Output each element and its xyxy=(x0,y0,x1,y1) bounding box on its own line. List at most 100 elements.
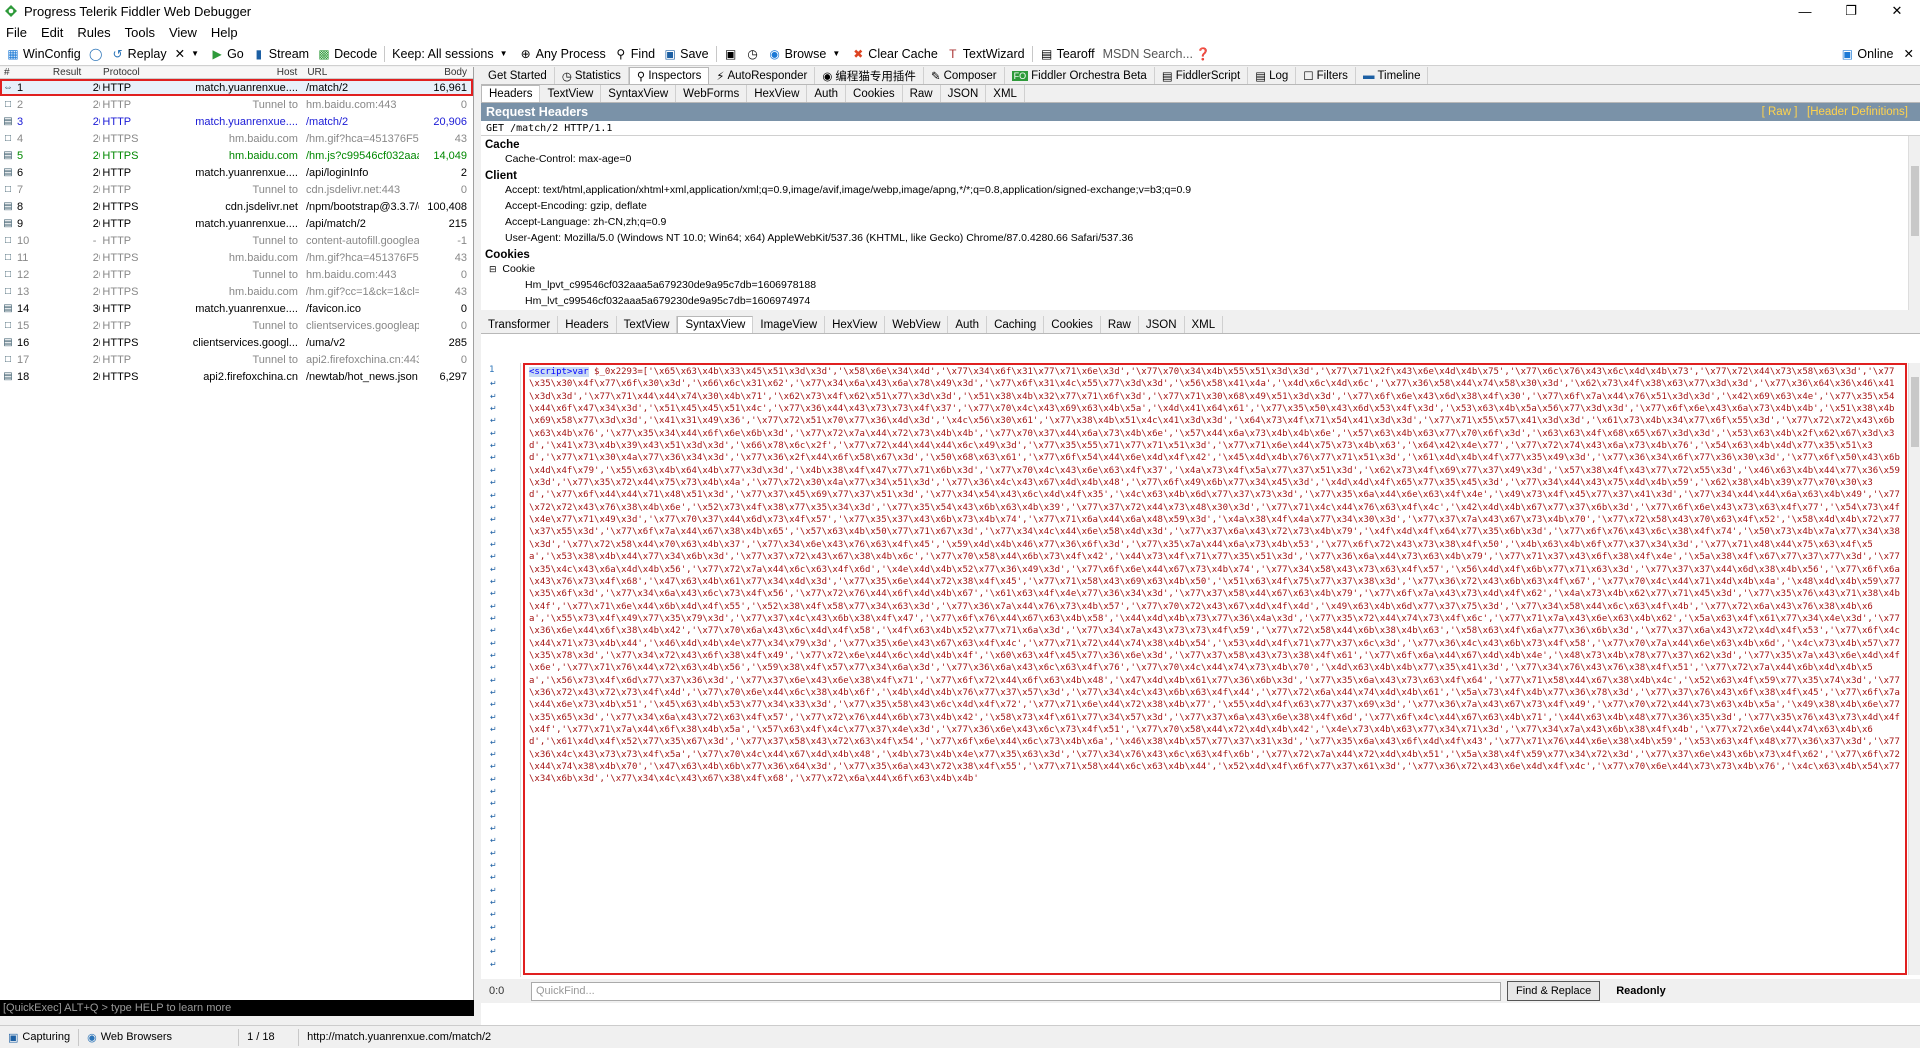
session-row[interactable]: □17 200HTTP Tunnel to api2.firefoxchina.cn:… xyxy=(0,351,473,368)
cookie-node[interactable]: ⊟ Cookie xyxy=(485,261,1920,277)
request-tab-json[interactable]: JSON xyxy=(941,85,987,102)
comment-button[interactable]: ◯ xyxy=(85,43,107,65)
response-tab-cookies[interactable]: Cookies xyxy=(1044,316,1101,333)
header-definitions-link[interactable]: [Header Definitions] xyxy=(1807,106,1908,118)
save-button[interactable]: ▣ Save xyxy=(659,43,713,65)
tab-fiddlerscript[interactable]: ▤ FiddlerScript xyxy=(1155,67,1249,84)
request-tab-auth[interactable]: Auth xyxy=(807,85,847,102)
session-row[interactable]: ▤5 200HTTPS hm.baidu.com/hm.js?c99546cf032… xyxy=(0,147,473,164)
tab-statistics[interactable]: ◷ Statistics xyxy=(555,67,629,84)
textwizard-button[interactable]: T TextWizard xyxy=(942,43,1029,65)
restore-icon[interactable]: ❐ xyxy=(1828,0,1874,22)
menu-file[interactable]: File xyxy=(6,25,27,40)
menu-edit[interactable]: Edit xyxy=(41,25,63,40)
session-row[interactable]: □7 200HTTP Tunnel to cdn.jsdelivr.net:443 0 xyxy=(0,181,473,198)
browse-button[interactable]: ◉ Browse ▼ xyxy=(764,43,848,65)
session-row[interactable]: ▤14 302HTTP match.yuanrenxue.... /favicon.i… xyxy=(0,300,473,317)
response-tab-caching[interactable]: Caching xyxy=(987,316,1045,333)
menu-tools[interactable]: Tools xyxy=(125,25,155,40)
response-tab-json[interactable]: JSON xyxy=(1139,316,1185,333)
session-row[interactable]: ▤8 200HTTPS cdn.jsdelivr.net/npm/bootstrap… xyxy=(0,198,473,215)
syntaxview-editor[interactable]: 1 ↵ ↵ ↵ ↵ ↵ ↵ ↵ ↵ ↵ ↵ ↵ ↵ ↵ ↵ ↵ ↵ ↵ ↵ ↵ ↵ ↵ ↵ ↵ ↵ ↵ ↵ ↵ ↵ ↵ ↵ ↵ ↵ ↵ ↵ ↵ ↵ ↵ ↵… xyxy=(481,363,1920,977)
response-tab-hexview[interactable]: HexView xyxy=(825,316,886,333)
tab-inspectors[interactable]: ⚲ Inspectors xyxy=(628,67,710,84)
tearoff-button[interactable]: ▤ Tearoff xyxy=(1036,43,1099,65)
response-tab-transformer[interactable]: Transformer xyxy=(481,316,559,333)
session-row[interactable]: □12 200HTTP Tunnel to hm.baidu.com:443 0 xyxy=(0,266,473,283)
col-body[interactable]: Body xyxy=(419,67,473,78)
quickexec-input[interactable]: [QuickExec] ALT+Q > type HELP to learn m… xyxy=(0,1000,474,1016)
header-cache-control[interactable]: Cache-Control: max-age=0 xyxy=(485,151,1920,167)
response-tab-raw[interactable]: Raw xyxy=(1101,316,1139,333)
request-tab-textview[interactable]: TextView xyxy=(540,85,602,102)
clear-cache-button[interactable]: ✖ Clear Cache xyxy=(847,43,941,65)
response-body-code[interactable]: <script>var $_0x2293=['\x65\x63\x4b\x33\… xyxy=(523,363,1907,975)
remove-button[interactable]: ✕ ▼ xyxy=(171,43,206,65)
header-accept-language[interactable]: Accept-Language: zh-CN,zh;q=0.9 xyxy=(485,214,1920,230)
session-row[interactable]: □11 200HTTPS hm.baidu.com/hm.gif?hca=45137… xyxy=(0,249,473,266)
tab-plugin[interactable]: ◉ 编程猫专用插件 xyxy=(815,67,924,84)
col-result[interactable]: Result xyxy=(31,67,99,78)
collapse-icon[interactable]: ⊟ xyxy=(489,264,497,274)
stream-button[interactable]: ▮ Stream xyxy=(248,43,313,65)
response-tab-headers[interactable]: Headers xyxy=(558,316,617,333)
tab-autoresponder[interactable]: ⚡ AutoResponder xyxy=(709,67,816,84)
session-row[interactable]: □4 200HTTPS hm.baidu.com/hm.gif?hca=451376… xyxy=(0,130,473,147)
response-tab-textview[interactable]: TextView xyxy=(617,316,678,333)
session-row[interactable]: □15 200HTTP Tunnel to clientservices.google… xyxy=(0,317,473,334)
request-tab-cookies[interactable]: Cookies xyxy=(846,85,903,102)
session-row[interactable]: ▤16 200HTTPS clientservices.googl... /uma/v… xyxy=(0,334,473,351)
screenshot-button[interactable]: ▣ xyxy=(720,43,742,65)
close-toolbar-icon[interactable]: ✕ xyxy=(1904,46,1914,61)
request-tab-syntaxview[interactable]: SyntaxView xyxy=(601,85,677,102)
code-scrollbar[interactable] xyxy=(1908,363,1920,975)
menu-help[interactable]: Help xyxy=(211,25,238,40)
tab-composer[interactable]: ✎ Composer xyxy=(924,67,1005,84)
tab-timeline[interactable]: ▬ Timeline xyxy=(1356,67,1429,84)
request-tab-raw[interactable]: Raw xyxy=(903,85,941,102)
response-tab-xml[interactable]: XML xyxy=(1185,316,1224,333)
minimize-icon[interactable]: — xyxy=(1782,0,1828,22)
cookie-hm-lvt[interactable]: Hm_lvt_c99546cf032aaa5a679230de9a95c7db=… xyxy=(485,293,1920,309)
col-protocol[interactable]: Protocol xyxy=(99,67,151,78)
response-tab-syntaxview[interactable]: SyntaxView xyxy=(677,316,754,333)
replay-button[interactable]: ↺ Replay xyxy=(107,43,171,65)
menu-view[interactable]: View xyxy=(169,25,197,40)
header-user-agent[interactable]: User-Agent: Mozilla/5.0 (Windows NT 10.0… xyxy=(485,230,1920,246)
raw-link[interactable]: [ Raw ] xyxy=(1762,106,1798,118)
session-row[interactable]: ⇔1 200HTTP match.yuanrenxue.... /match/2 16,… xyxy=(0,79,473,96)
any-process-button[interactable]: ⊕ Any Process xyxy=(515,43,610,65)
process-filter[interactable]: ◉ Web Browsers xyxy=(79,1028,240,1046)
request-tab-webforms[interactable]: WebForms xyxy=(676,85,748,102)
session-row[interactable]: □2 200HTTP Tunnel to hm.baidu.com:443 0 xyxy=(0,96,473,113)
header-accept-encoding[interactable]: Accept-Encoding: gzip, deflate xyxy=(485,198,1920,214)
request-tab-headers[interactable]: Headers xyxy=(481,85,541,102)
response-tab-webview[interactable]: WebView xyxy=(885,316,949,333)
msdn-search-field[interactable]: MSDN Search... ❓ xyxy=(1099,43,1214,65)
session-row[interactable]: □13 200HTTPS hm.baidu.com/hm.gif?cc=1&ck=1… xyxy=(0,283,473,300)
request-tab-hexview[interactable]: HexView xyxy=(747,85,808,102)
decode-button[interactable]: ▩ Decode xyxy=(313,43,381,65)
close-icon[interactable]: ✕ xyxy=(1874,0,1920,22)
response-tab-imageview[interactable]: ImageView xyxy=(753,316,826,333)
tab-filters[interactable]: ☐ Filters xyxy=(1296,67,1356,84)
col-url[interactable]: URL xyxy=(303,67,418,78)
headers-scrollbar[interactable] xyxy=(1908,136,1920,310)
find-replace-button[interactable]: Find & Replace xyxy=(1507,981,1601,1001)
col-host[interactable]: Host xyxy=(151,67,303,78)
col-number[interactable]: # xyxy=(0,67,31,78)
go-button[interactable]: ▶ Go xyxy=(206,43,248,65)
capturing-indicator[interactable]: ▣ Capturing xyxy=(0,1028,80,1046)
response-tab-auth[interactable]: Auth xyxy=(948,316,988,333)
quickfind-input[interactable]: QuickFind... xyxy=(531,981,1501,1001)
winconfig-button[interactable]: ▦ WinConfig xyxy=(2,43,85,65)
keep-sessions-dropdown[interactable]: Keep: All sessions ▼ xyxy=(388,43,514,65)
session-row[interactable]: ▤18 200HTTPS api2.firefoxchina.cn/newtab/h… xyxy=(0,368,473,385)
cookie-hm-lpvt[interactable]: Hm_lpvt_c99546cf032aaa5a679230de9a95c7db… xyxy=(485,277,1920,293)
timer-button[interactable]: ◷ xyxy=(742,43,764,65)
online-indicator[interactable]: ▣ Online xyxy=(1836,43,1897,65)
session-row[interactable]: ▤9 200HTTP match.yuanrenxue.... /api/match/… xyxy=(0,215,473,232)
tab-log[interactable]: ▤ Log xyxy=(1248,67,1297,84)
menu-rules[interactable]: Rules xyxy=(77,25,110,40)
session-row[interactable]: ▤6 200HTTP match.yuanrenxue.... /api/loginI… xyxy=(0,164,473,181)
